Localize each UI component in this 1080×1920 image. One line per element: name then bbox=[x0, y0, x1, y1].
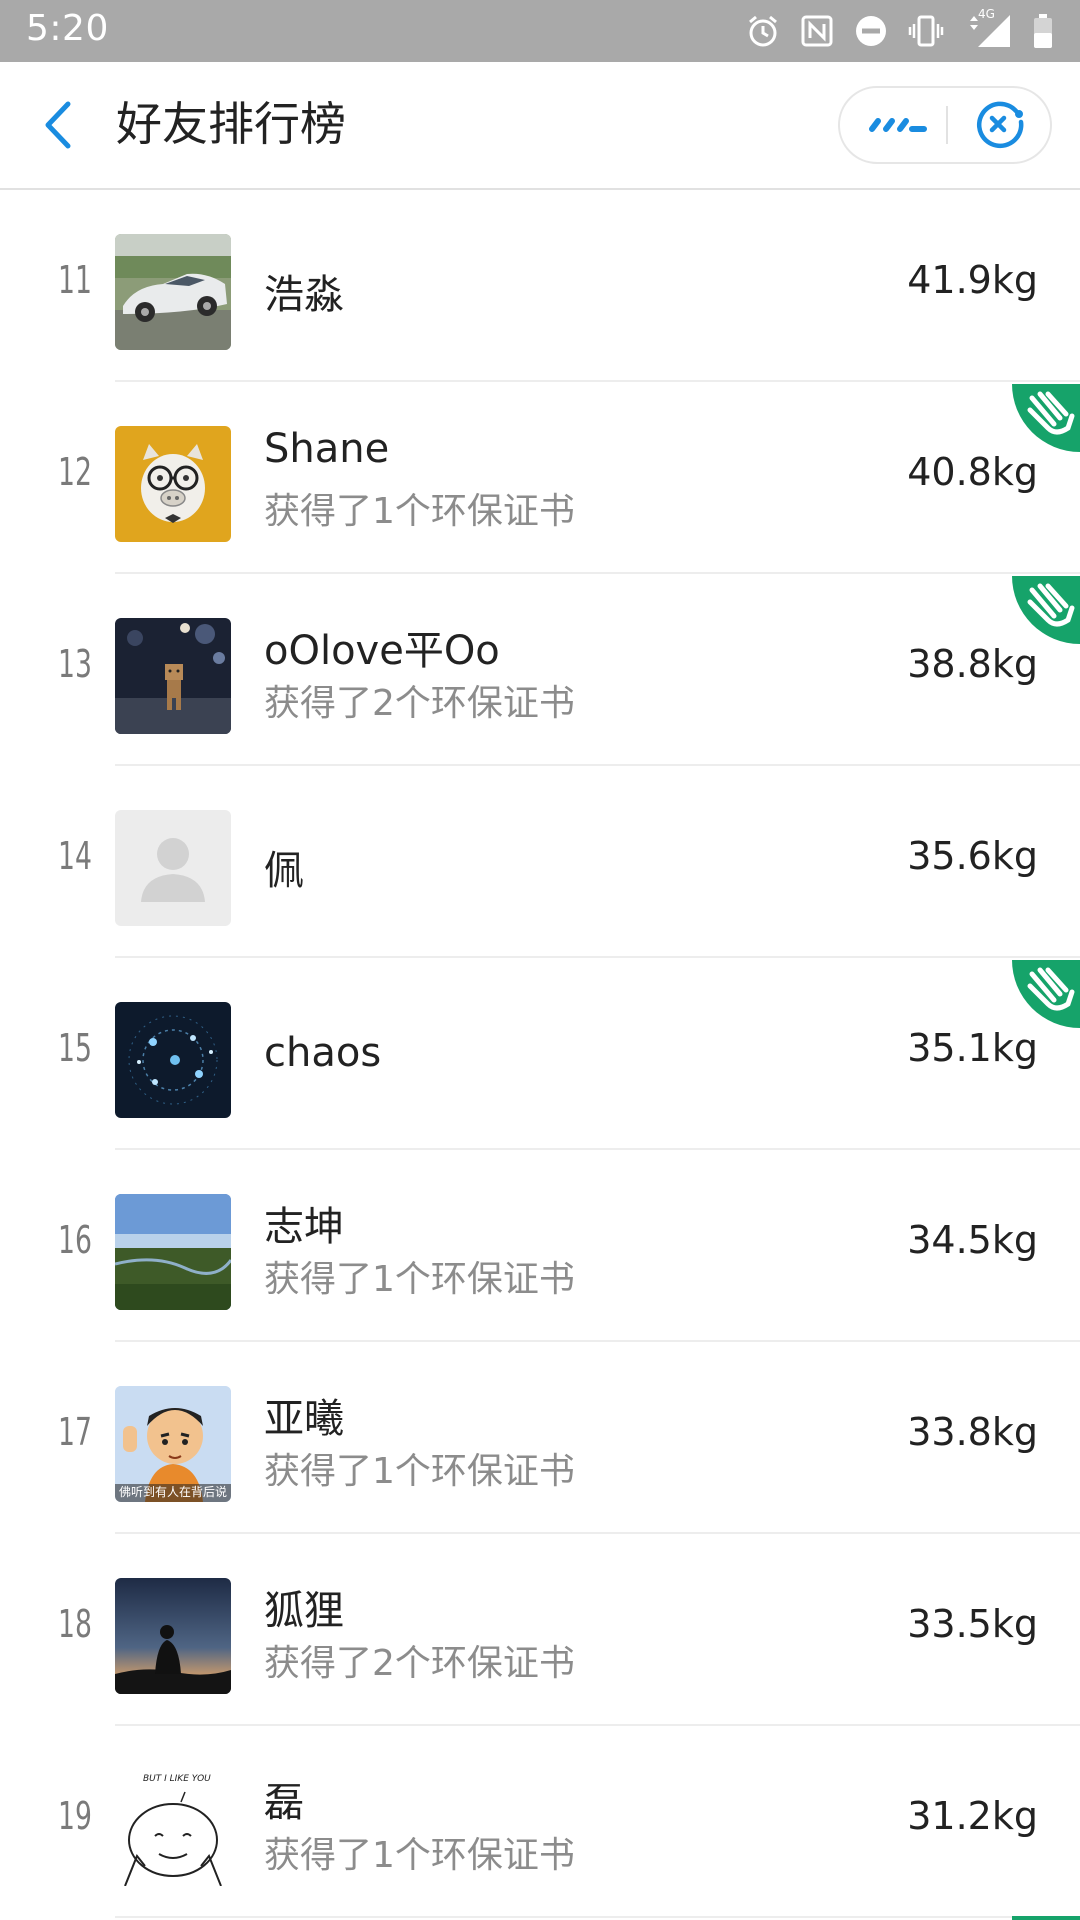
row-divider bbox=[115, 956, 1080, 958]
close-mini-program-icon[interactable] bbox=[948, 88, 1052, 162]
cartoon-caption: 佛听到有人在背后说 bbox=[118, 1485, 227, 1499]
friend-name: 亚曦 bbox=[264, 1396, 344, 1442]
carbon-weight: 33.5kg bbox=[907, 1602, 1038, 1646]
ranking-row[interactable]: 11 浩淼 41.9kg bbox=[0, 192, 1080, 382]
rank-number: 14 bbox=[58, 834, 92, 878]
battery-icon bbox=[1034, 14, 1052, 48]
vibrate-icon bbox=[908, 15, 944, 47]
sketch-caption: BUT I LIKE YOU bbox=[143, 1774, 211, 1784]
friend-name: 志坤 bbox=[264, 1204, 344, 1250]
friend-name: chaos bbox=[264, 1030, 382, 1076]
certificate-count: 获得了2个环保证书 bbox=[264, 683, 575, 724]
network-type-label: 4G bbox=[978, 7, 995, 21]
ranking-row[interactable]: 17 佛听到有人在背后说 亚曦 获得了1个环保证书 33.8kg bbox=[0, 1344, 1080, 1534]
default-avatar bbox=[115, 810, 231, 926]
page-title: 好友排行榜 bbox=[116, 97, 346, 151]
cartoon-avatar: 佛听到有人在背后说 bbox=[115, 1386, 231, 1502]
sketch-face-avatar: BUT I LIKE YOU bbox=[115, 1770, 231, 1886]
carbon-weight: 33.8kg bbox=[907, 1410, 1038, 1454]
row-divider bbox=[115, 1532, 1080, 1534]
signal-4g-icon: 4G bbox=[964, 7, 1012, 49]
ranking-row[interactable]: 18 狐狸 获得了2个环保证书 33.5kg bbox=[0, 1536, 1080, 1726]
ranking-row[interactable]: 19 BUT I LIKE YOU 磊 获得了1个环保证书 31.2kg bbox=[0, 1728, 1080, 1918]
back-arrow-icon[interactable] bbox=[36, 98, 80, 152]
silhouette-avatar bbox=[115, 1578, 231, 1694]
ranking-row[interactable]: 12 Shane 获得了1个环保证书 40.8kg bbox=[0, 384, 1080, 574]
carbon-weight: 35.1kg bbox=[907, 1026, 1038, 1070]
rank-number: 12 bbox=[58, 450, 92, 494]
rank-number: 15 bbox=[58, 1026, 92, 1070]
rank-number: 19 bbox=[58, 1794, 92, 1838]
rank-number: 16 bbox=[58, 1218, 92, 1262]
friend-name: 佩 bbox=[264, 848, 304, 894]
carbon-weight: 35.6kg bbox=[907, 834, 1038, 878]
friend-name: 磊 bbox=[264, 1780, 304, 1826]
carbon-weight: 40.8kg bbox=[907, 450, 1038, 494]
carbon-weight: 34.5kg bbox=[907, 1218, 1038, 1262]
row-divider bbox=[115, 1916, 1080, 1918]
ranking-row[interactable]: 15 chaos 35.1kg bbox=[0, 960, 1080, 1150]
friend-name: Shane bbox=[264, 426, 390, 472]
rank-number: 17 bbox=[58, 1410, 92, 1454]
row-divider bbox=[115, 572, 1080, 574]
alarm-icon bbox=[749, 15, 777, 47]
friend-name: 狐狸 bbox=[264, 1588, 344, 1634]
status-icons: 4G bbox=[746, 7, 1054, 52]
mini-program-capsule bbox=[838, 86, 1052, 164]
ranking-row[interactable]: 16 志坤 获得了1个环保证书 34.5kg bbox=[0, 1152, 1080, 1342]
next-row-badge-partial bbox=[1012, 1916, 1080, 1920]
nfc-icon bbox=[801, 15, 833, 47]
certificate-count: 获得了1个环保证书 bbox=[264, 1835, 575, 1876]
landscape-avatar bbox=[115, 1194, 231, 1310]
collect-energy-hand-icon[interactable] bbox=[1012, 960, 1080, 1028]
rank-number: 18 bbox=[58, 1602, 92, 1646]
friend-name: 浩淼 bbox=[264, 272, 344, 318]
more-options-icon[interactable] bbox=[840, 88, 946, 162]
rank-number: 13 bbox=[58, 642, 92, 686]
carbon-weight: 38.8kg bbox=[907, 642, 1038, 686]
carbon-weight: 31.2kg bbox=[907, 1794, 1038, 1838]
row-divider bbox=[115, 1724, 1080, 1726]
certificate-count: 获得了1个环保证书 bbox=[264, 1259, 575, 1300]
row-divider bbox=[115, 1340, 1080, 1342]
friend-name: oOlove平Oo bbox=[264, 628, 500, 674]
row-divider bbox=[115, 1148, 1080, 1150]
box-robot-avatar bbox=[115, 618, 231, 734]
certificate-count: 获得了2个环保证书 bbox=[264, 1643, 575, 1684]
rank-number: 11 bbox=[58, 258, 92, 302]
collect-energy-hand-icon[interactable] bbox=[1012, 576, 1080, 644]
row-divider bbox=[115, 380, 1080, 382]
status-time: 5:20 bbox=[26, 8, 109, 49]
nav-header: 好友排行榜 bbox=[0, 62, 1080, 190]
do-not-disturb-icon bbox=[856, 16, 886, 46]
car-photo-avatar bbox=[115, 234, 231, 350]
galaxy-avatar bbox=[115, 1002, 231, 1118]
ranking-row[interactable]: 14 佩 35.6kg bbox=[0, 768, 1080, 958]
certificate-count: 获得了1个环保证书 bbox=[264, 491, 575, 532]
collect-energy-hand-icon[interactable] bbox=[1012, 384, 1080, 452]
status-bar: 5:20 4G bbox=[0, 0, 1080, 62]
pig-glasses-avatar bbox=[115, 426, 231, 542]
certificate-count: 获得了1个环保证书 bbox=[264, 1451, 575, 1492]
row-divider bbox=[115, 764, 1080, 766]
carbon-weight: 41.9kg bbox=[907, 258, 1038, 302]
ranking-row[interactable]: 13 oOlove平Oo 获得了2个环保证书 38.8kg bbox=[0, 576, 1080, 766]
